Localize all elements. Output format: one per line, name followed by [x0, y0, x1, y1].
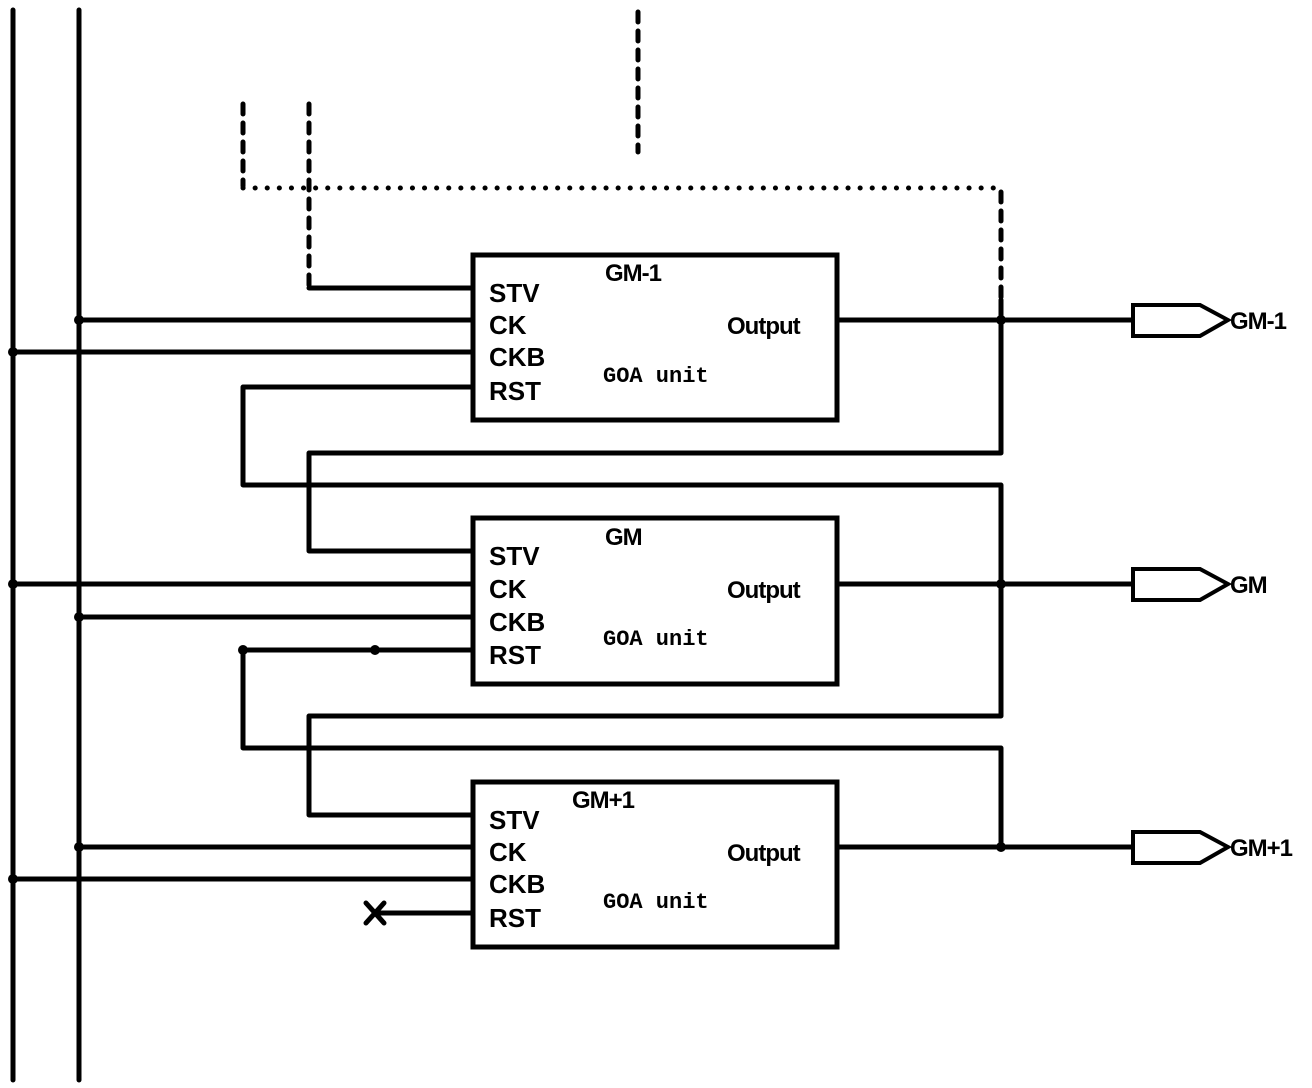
junction-dot	[74, 612, 84, 622]
pin-ckb: CKB	[489, 607, 545, 637]
unit-title: GM	[605, 524, 642, 551]
unit-title: GM-1	[605, 260, 662, 287]
junction-dot	[8, 874, 18, 884]
pin-rst: RST	[489, 640, 541, 670]
junction-dot	[238, 645, 248, 655]
pin-rst: RST	[489, 903, 541, 933]
goa-unit-gm: GM STV CK CKB RST Output GOA unit	[470, 515, 840, 687]
pin-rst: RST	[489, 376, 541, 406]
output-buffer-gm-minus-1: GM-1	[1131, 303, 1288, 338]
pin-stv: STV	[489, 278, 540, 308]
junction-dot	[74, 315, 84, 325]
junction-dot	[996, 315, 1006, 325]
pin-stv: STV	[489, 805, 540, 835]
output-buffer-gm: GM	[1131, 567, 1268, 602]
output-port-icon	[1131, 567, 1233, 602]
junction-dot	[370, 645, 380, 655]
goa-unit-gm-minus-1: GM-1 STV CK CKB RST Output GOA unit	[470, 252, 840, 423]
pin-ckb: CKB	[489, 869, 545, 899]
goa-unit-gm-plus-1: GM+1 STV CK CKB RST Output GOA unit	[470, 779, 840, 950]
junction-dot	[996, 579, 1006, 589]
output-port-icon	[1131, 830, 1233, 865]
unit-subtitle: GOA unit	[603, 627, 709, 652]
junction-dot	[8, 579, 18, 589]
junction-dot	[8, 347, 18, 357]
unit-subtitle: GOA unit	[603, 890, 709, 915]
pin-ck: CK	[489, 310, 527, 340]
pin-ck: CK	[489, 574, 527, 604]
output-label: Output	[727, 840, 801, 867]
goa-circuit-diagram: GM-1 STV CK CKB RST Output GOA unit GM S…	[8, 7, 1294, 1083]
output-signal-label: GM	[1230, 572, 1267, 599]
pin-stv: STV	[489, 541, 540, 571]
output-label: Output	[727, 577, 801, 604]
junction-dot	[74, 842, 84, 852]
junction-dot	[996, 842, 1006, 852]
output-signal-label: GM+1	[1230, 835, 1293, 862]
output-buffer-gm-plus-1: GM+1	[1131, 830, 1294, 865]
unit-subtitle: GOA unit	[603, 364, 709, 389]
unit-title: GM+1	[572, 787, 635, 814]
pin-ck: CK	[489, 837, 527, 867]
output-signal-label: GM-1	[1230, 308, 1287, 335]
pin-ckb: CKB	[489, 342, 545, 372]
output-label: Output	[727, 313, 801, 340]
output-port-icon	[1131, 303, 1233, 338]
